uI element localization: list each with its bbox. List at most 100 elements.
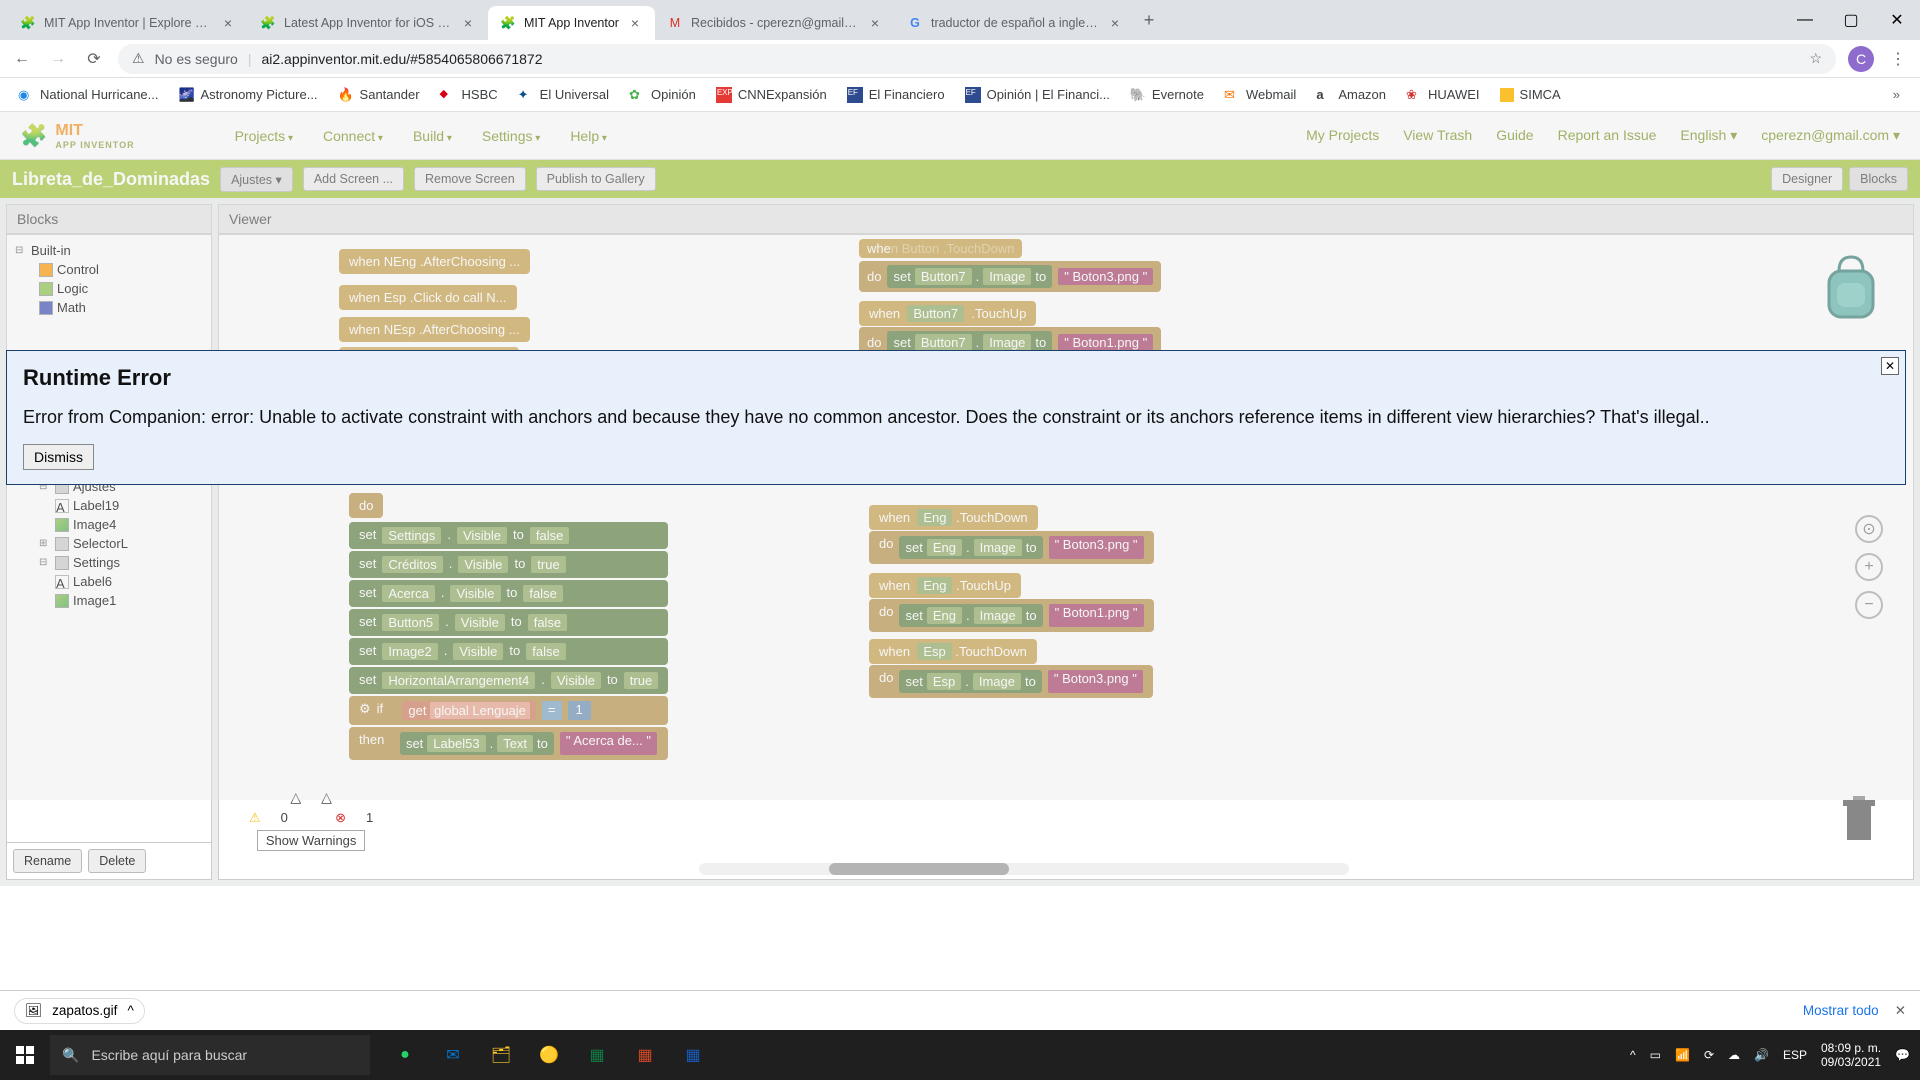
warnings-widget[interactable]: △△ ⚠0 ⊗1 Show Warnings xyxy=(249,789,373,851)
browser-tab[interactable]: 🧩MIT App Inventor | Explore MIT A× xyxy=(8,6,248,40)
add-screen-button[interactable]: Add Screen ... xyxy=(303,167,404,191)
tree-cat-math[interactable]: Math xyxy=(7,298,211,317)
set-block[interactable]: doset Eng . Image to" Boton1.png " xyxy=(869,599,1154,632)
menu-build[interactable]: Build xyxy=(413,128,452,144)
close-window-icon[interactable]: ✕ xyxy=(1874,0,1920,40)
event-block[interactable]: when NEsp .AfterChoosing ... xyxy=(339,317,530,342)
bookmark[interactable]: ✿Opinión xyxy=(621,83,704,107)
bookmark[interactable]: EXPCNNExpansión xyxy=(708,83,835,107)
zoom-out-icon[interactable]: − xyxy=(1855,591,1883,619)
bookmark[interactable]: ❀HUAWEI xyxy=(1398,83,1488,107)
event-block[interactable]: when Esp .Click do call N... xyxy=(339,285,517,310)
bookmark[interactable]: ✦El Universal xyxy=(510,83,617,107)
close-shelf-icon[interactable]: ✕ xyxy=(1895,1003,1906,1019)
start-button[interactable] xyxy=(0,1046,50,1064)
browser-tab[interactable]: 🧩Latest App Inventor for iOS topic× xyxy=(248,6,488,40)
trash-icon[interactable] xyxy=(1839,794,1879,849)
backpack-icon[interactable] xyxy=(1819,253,1883,330)
app-chrome-icon[interactable]: 🟡 xyxy=(526,1030,572,1080)
tree-builtin[interactable]: ⊟Built-in xyxy=(7,241,211,260)
zoom-in-icon[interactable]: + xyxy=(1855,553,1883,581)
app-whatsapp-icon[interactable]: ● xyxy=(382,1030,428,1080)
tray-chevron-icon[interactable]: ^ xyxy=(1630,1048,1636,1062)
menu-icon[interactable]: ⋮ xyxy=(1886,47,1910,71)
new-tab-button[interactable]: + xyxy=(1135,6,1163,34)
bookmark[interactable]: ✉Webmail xyxy=(1216,83,1304,107)
bookmark[interactable]: EFOpinión | El Financi... xyxy=(957,83,1118,107)
forward-icon[interactable]: → xyxy=(46,47,70,71)
app-outlook-icon[interactable]: ✉ xyxy=(430,1030,476,1080)
show-all-downloads[interactable]: Mostrar todo xyxy=(1803,1003,1879,1018)
set-block[interactable]: do set Button7 . Image to " Boton3.png " xyxy=(859,261,1161,292)
app-word-icon[interactable]: ▦ xyxy=(670,1030,716,1080)
event-block[interactable]: when Eng .TouchDown xyxy=(869,505,1038,530)
tree-item[interactable]: Image1 xyxy=(7,591,211,610)
maximize-icon[interactable]: ▢ xyxy=(1828,0,1874,40)
mit-logo[interactable]: 🧩 MITAPP INVENTOR xyxy=(20,122,135,150)
dismiss-button[interactable]: Dismiss xyxy=(23,444,94,470)
tree-item[interactable]: ⊟Settings xyxy=(7,553,211,572)
bookmark[interactable]: ◉National Hurricane... xyxy=(10,83,167,107)
browser-tab[interactable]: MRecibidos - cperezn@gmail.com× xyxy=(655,6,895,40)
delete-button[interactable]: Delete xyxy=(88,849,146,873)
bookmark[interactable]: ◆HSBC xyxy=(432,83,506,107)
app-explorer-icon[interactable]: 🗂 xyxy=(478,1030,524,1080)
link-view-trash[interactable]: View Trash xyxy=(1403,127,1472,144)
event-block[interactable]: when Eng .TouchUp xyxy=(869,573,1021,598)
blocks-button[interactable]: Blocks xyxy=(1849,167,1908,191)
horizontal-scrollbar[interactable] xyxy=(699,863,1349,875)
app-powerpoint-icon[interactable]: ▦ xyxy=(622,1030,668,1080)
tree-item[interactable]: ⊞SelectorL xyxy=(7,534,211,553)
language-indicator[interactable]: ESP xyxy=(1783,1048,1807,1062)
browser-tab[interactable]: Gtraductor de español a ingles - B× xyxy=(895,6,1135,40)
menu-projects[interactable]: Projects xyxy=(235,128,293,144)
bookmark[interactable]: 🌌Astronomy Picture... xyxy=(171,83,326,107)
blocks-tree[interactable]: ⊟Built-in Control Logic Math ⊟Ajustes AL… xyxy=(6,234,212,843)
star-icon[interactable]: ☆ xyxy=(1809,50,1822,67)
center-icon[interactable]: ⊙ xyxy=(1855,515,1883,543)
sync-icon[interactable]: ⟳ xyxy=(1704,1048,1714,1062)
download-item[interactable]: 🖼 zapatos.gif ^ xyxy=(14,998,145,1024)
bookmarks-overflow-icon[interactable]: » xyxy=(1883,87,1910,102)
profile-avatar[interactable]: C xyxy=(1848,46,1874,72)
link-report-issue[interactable]: Report an Issue xyxy=(1558,127,1657,144)
taskbar-clock[interactable]: 08:09 p. m. 09/03/2021 xyxy=(1821,1041,1881,1070)
app-excel-icon[interactable]: ▦ xyxy=(574,1030,620,1080)
tree-item[interactable]: ALabel19 xyxy=(7,496,211,515)
tree-cat-control[interactable]: Control xyxy=(7,260,211,279)
set-block[interactable]: doset Esp . Image to" Boton3.png " xyxy=(869,665,1153,698)
chevron-up-icon[interactable]: ^ xyxy=(127,1003,133,1018)
ajustes-button[interactable]: Ajustes ▾ xyxy=(220,167,293,192)
url-field[interactable]: ⚠ No es seguro | ai2.appinventor.mit.edu… xyxy=(118,44,1836,74)
menu-settings[interactable]: Settings xyxy=(482,128,540,144)
language-dropdown[interactable]: English ▾ xyxy=(1680,127,1737,144)
link-guide[interactable]: Guide xyxy=(1496,127,1533,144)
taskbar-search[interactable]: 🔍Escribe aquí para buscar xyxy=(50,1035,370,1075)
user-email-dropdown[interactable]: cperezn@gmail.com ▾ xyxy=(1761,127,1900,144)
wifi-icon[interactable]: 📶 xyxy=(1675,1048,1690,1062)
bookmark[interactable]: aAmazon xyxy=(1308,83,1394,107)
close-icon[interactable]: × xyxy=(1107,15,1123,31)
bookmark[interactable]: 🐘Evernote xyxy=(1122,83,1212,107)
minimize-icon[interactable]: ― xyxy=(1782,0,1828,40)
close-icon[interactable]: × xyxy=(220,15,236,31)
link-my-projects[interactable]: My Projects xyxy=(1306,127,1379,144)
close-icon[interactable]: × xyxy=(867,15,883,31)
show-warnings-button[interactable]: Show Warnings xyxy=(257,830,366,851)
close-icon[interactable]: × xyxy=(460,15,476,31)
set-block[interactable]: doset Eng . Image to" Boton3.png " xyxy=(869,531,1154,564)
designer-button[interactable]: Designer xyxy=(1771,167,1843,191)
event-block[interactable]: when Button7 .TouchUp xyxy=(859,301,1036,326)
dialog-close-icon[interactable]: ✕ xyxy=(1881,357,1899,375)
event-block[interactable]: when Esp .TouchDown xyxy=(869,639,1037,664)
bookmark[interactable]: 🔥Santander xyxy=(330,83,428,107)
tree-cat-logic[interactable]: Logic xyxy=(7,279,211,298)
menu-help[interactable]: Help xyxy=(570,128,607,144)
blocks-canvas[interactable]: when NEng .AfterChoosing ... when Esp .C… xyxy=(218,234,1914,880)
volume-icon[interactable]: 🔊 xyxy=(1754,1048,1769,1062)
menu-connect[interactable]: Connect xyxy=(323,128,383,144)
publish-button[interactable]: Publish to Gallery xyxy=(536,167,656,191)
remove-screen-button[interactable]: Remove Screen xyxy=(414,167,526,191)
event-block[interactable]: when Button .TouchDown xyxy=(859,239,1022,258)
close-icon[interactable]: × xyxy=(627,15,643,31)
